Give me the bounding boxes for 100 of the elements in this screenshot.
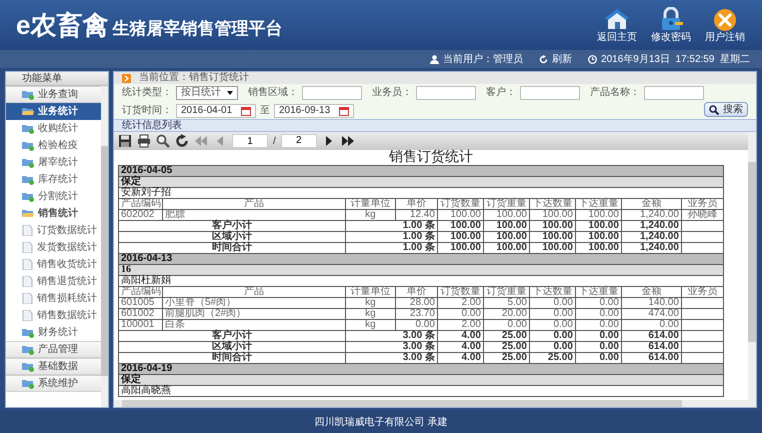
close-icon — [712, 7, 738, 31]
type-dropdown[interactable]: 按日统计 — [176, 86, 238, 100]
menu-item[interactable]: 业务统计 — [6, 103, 101, 120]
table-cell: 25.00 — [483, 330, 530, 342]
menu-item[interactable]: 订货数据统计 — [6, 222, 101, 239]
column-header: 计量单位 — [345, 286, 396, 298]
menu-item[interactable]: 分割统计 — [6, 188, 101, 205]
customer-group-row: 高阳杜新娟 — [118, 276, 724, 286]
menu-item[interactable]: 销售退货统计 — [6, 273, 101, 290]
date-group-row: 2016-04-05 — [118, 166, 724, 176]
table-cell: 0.00 — [529, 330, 576, 342]
document-icon — [22, 310, 33, 321]
section-title: 统计信息列表 — [114, 119, 756, 132]
calendar-icon — [241, 106, 251, 116]
folder-icon — [22, 174, 34, 185]
table-cell: 23.70 — [395, 308, 438, 320]
table-cell: 100.00 — [483, 210, 530, 220]
folder-icon — [22, 140, 34, 151]
table-cell: 0.00 — [575, 342, 622, 352]
refresh-link[interactable]: 刷新 — [552, 52, 572, 66]
table-cell: 100.00 — [437, 210, 484, 220]
table-cell: 12.40 — [395, 210, 438, 220]
table-cell: 客户小计 — [118, 330, 346, 342]
region-group-row: 保定 — [118, 374, 724, 386]
search-button[interactable]: 搜索 — [704, 102, 748, 117]
last-page-icon[interactable] — [340, 134, 355, 148]
input-field[interactable] — [520, 86, 580, 100]
table-cell: 100.00 — [529, 220, 576, 232]
table-cell: 0.00 — [437, 308, 484, 320]
scrollbar[interactable] — [101, 86, 108, 407]
region-group-row: 16 — [118, 264, 724, 276]
logo-text: e农畜禽 — [16, 12, 108, 38]
column-header: 下达数量 — [529, 198, 576, 210]
table-cell: 1,240.00 — [621, 220, 682, 232]
scrollbar[interactable] — [748, 132, 756, 407]
input-field[interactable] — [416, 86, 476, 100]
menu-item[interactable]: 系统维护 — [6, 375, 101, 392]
header-action-button[interactable]: 返回主页 — [596, 7, 638, 43]
table-cell: 100001 — [118, 320, 162, 330]
table-cell: 1,240.00 — [621, 210, 682, 220]
date-field[interactable]: 2016-09-13 — [274, 104, 354, 118]
menu-item[interactable]: 基础数据 — [6, 358, 101, 375]
menu-item[interactable]: 收购统计 — [6, 120, 101, 137]
column-header: 订货重量 — [483, 286, 530, 298]
menu-item[interactable]: 发货数据统计 — [6, 239, 101, 256]
calendar-icon — [339, 106, 349, 116]
column-header: 下达重量 — [575, 286, 622, 298]
column-header: 产品 — [162, 198, 346, 210]
table-cell: 3.00 条 — [345, 342, 438, 352]
table-cell: 0.00 — [575, 320, 622, 330]
save-icon[interactable] — [118, 134, 132, 148]
table-cell: 601005 — [118, 298, 162, 308]
scrollbar[interactable] — [114, 400, 748, 407]
menu-item[interactable]: 检验检疫 — [6, 137, 101, 154]
document-icon — [22, 242, 33, 253]
menu-item[interactable]: 财务统计 — [6, 324, 101, 341]
date-group-row: 2016-04-19 — [118, 364, 724, 374]
table-cell: 0.00 — [529, 320, 576, 330]
table-cell: 2.00 — [437, 320, 484, 330]
menu-item[interactable]: 业务查询 — [6, 86, 101, 103]
column-header: 单价 — [395, 198, 438, 210]
search-icon[interactable] — [156, 134, 170, 148]
table-cell: 5.00 — [483, 298, 530, 308]
table-cell: 区域小计 — [118, 342, 346, 352]
column-header: 业务员 — [681, 198, 724, 210]
refresh-icon[interactable] — [175, 134, 189, 148]
customer-group-row: 安新刘子招 — [118, 188, 724, 198]
table-cell: 0.00 — [483, 320, 530, 330]
menu-item[interactable]: 库存统计 — [6, 171, 101, 188]
column-header: 金额 — [621, 198, 682, 210]
column-header: 产品 — [162, 286, 346, 298]
table-cell: 0.00 — [529, 308, 576, 320]
menu-item[interactable]: 产品管理 — [6, 341, 101, 358]
menu-item[interactable]: 销售损耗统计 — [6, 290, 101, 307]
date-field[interactable]: 2016-04-01 — [176, 104, 256, 118]
menu-item[interactable]: 销售收货统计 — [6, 256, 101, 273]
document-icon — [22, 276, 33, 287]
menu-item[interactable]: 屠宰统计 — [6, 154, 101, 171]
input-field[interactable] — [644, 86, 704, 100]
column-header: 金额 — [621, 286, 682, 298]
field-label: 客户： — [486, 86, 516, 100]
header-action-button[interactable]: 修改密码 — [650, 7, 692, 43]
printer-icon[interactable] — [137, 134, 151, 148]
column-header: 下达数量 — [529, 286, 576, 298]
table-cell: 孙晓峰 — [681, 210, 724, 220]
first-page-icon[interactable] — [194, 134, 208, 148]
table-cell: 100.00 — [437, 232, 484, 242]
header-action-button[interactable]: 用户注销 — [704, 7, 746, 43]
page-input[interactable]: 1 — [232, 134, 268, 148]
menu-item[interactable]: 销售统计 — [6, 205, 101, 222]
table-cell: kg — [345, 210, 396, 220]
menu-item[interactable]: 销售数据统计 — [6, 307, 101, 324]
table-cell: 100.00 — [483, 220, 530, 232]
folder-icon — [22, 89, 34, 100]
field-label: 销售区域： — [248, 86, 298, 100]
input-field[interactable] — [302, 86, 362, 100]
table-cell: 1,240.00 — [621, 232, 682, 242]
user-icon — [430, 54, 440, 64]
customer-group-row: 高阳高晓燕 — [118, 386, 724, 396]
current-user-text: 当前用户：管理员 — [443, 52, 524, 66]
